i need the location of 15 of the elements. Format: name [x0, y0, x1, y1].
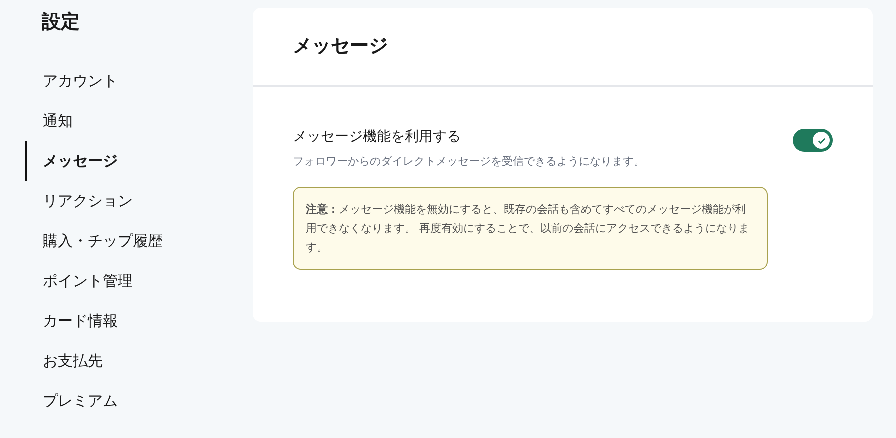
panel-title: メッセージ: [293, 34, 388, 60]
sidebar-item[interactable]: ポイント管理: [25, 261, 253, 301]
setting-description: フォロワーからのダイレクトメッセージを受信できるようになります。: [293, 154, 646, 170]
check-icon: [813, 132, 830, 149]
sidebar-item[interactable]: 購入・チップ履歴: [25, 221, 253, 261]
sidebar-item[interactable]: リアクション: [25, 181, 253, 221]
sidebar-item[interactable]: プレミアム: [25, 381, 253, 421]
setting-label: メッセージ機能を利用する: [293, 128, 462, 147]
toggle-switch[interactable]: [793, 129, 833, 152]
sidebar-item[interactable]: アカウント: [25, 61, 253, 101]
sidebar-title: 設定: [42, 10, 81, 35]
warning-notice: 注意：メッセージ機能を無効にすると、既存の会話も含めてすべてのメッセージ機能が利用できなくなります。 再度有効にすることで、以前の会話にアクセスできるようになります。: [293, 186, 768, 270]
sidebar-item[interactable]: 通知: [25, 101, 253, 141]
sidebar-item[interactable]: カード情報: [25, 301, 253, 341]
sidebar-item[interactable]: お支払先: [25, 341, 253, 381]
